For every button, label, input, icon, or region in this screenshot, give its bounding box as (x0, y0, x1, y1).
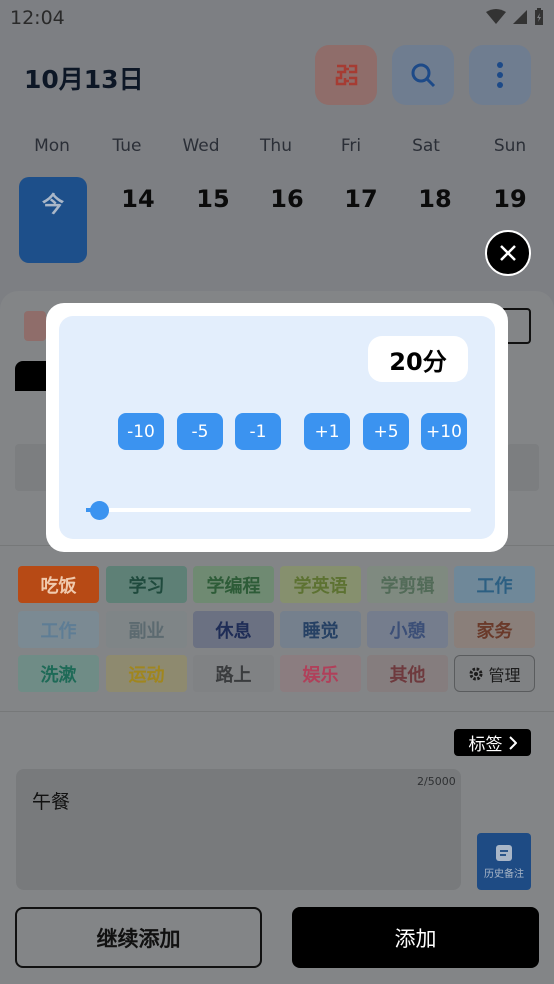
tag-commute[interactable]: 路上 (193, 655, 274, 692)
tag-editing[interactable]: 学剪辑 (367, 566, 448, 603)
add-button[interactable]: 添加 (292, 907, 539, 968)
weekday-sat: Sat (412, 136, 440, 156)
plus-10-button[interactable]: +10 (421, 413, 467, 450)
tag-english[interactable]: 学英语 (280, 566, 361, 603)
duration-value: 20分 (368, 336, 468, 382)
history-notes-button[interactable]: 历史备注 (477, 833, 531, 890)
tag-work-2[interactable]: 工作 (18, 611, 99, 648)
minus-5-button[interactable]: -5 (177, 413, 223, 450)
search-icon (411, 63, 436, 88)
timeline-button[interactable] (315, 45, 377, 105)
day-14[interactable]: 14 (108, 185, 168, 213)
labels-button-label: 标签 (468, 735, 503, 755)
tag-other[interactable]: 其他 (367, 655, 448, 692)
manage-tags-button[interactable]: 管理 (454, 655, 535, 692)
tag-nap[interactable]: 小憩 (367, 611, 448, 648)
weekday-wed: Wed (182, 136, 220, 156)
tag-rest[interactable]: 休息 (193, 611, 274, 648)
manage-label: 管理 (488, 665, 521, 685)
chevron-right-icon (508, 735, 517, 750)
day-16[interactable]: 16 (257, 185, 317, 213)
tag-housework[interactable]: 家务 (454, 611, 535, 648)
day-18[interactable]: 18 (405, 185, 465, 213)
more-button[interactable] (469, 45, 531, 105)
partial-chip (24, 311, 46, 341)
duration-slider-thumb[interactable] (90, 501, 109, 520)
page-title: 10月13日 (24, 65, 144, 94)
status-icons (486, 8, 544, 26)
more-vertical-icon (497, 62, 503, 88)
weekday-fri: Fri (340, 136, 362, 156)
note-counter: 2/5000 (417, 775, 456, 788)
tag-coding[interactable]: 学编程 (193, 566, 274, 603)
note-text: 午餐 (32, 791, 71, 813)
minus-10-button[interactable]: -10 (118, 413, 164, 450)
plus-1-button[interactable]: +1 (304, 413, 350, 450)
close-icon (500, 245, 516, 261)
note-icon (496, 844, 512, 861)
divider-2 (0, 711, 554, 712)
note-input[interactable] (16, 769, 461, 890)
tag-wash[interactable]: 洗漱 (18, 655, 99, 692)
close-button[interactable] (485, 230, 531, 276)
weekday-sun: Sun (493, 136, 527, 156)
day-15[interactable]: 15 (183, 185, 243, 213)
gear-icon (469, 667, 483, 680)
tag-study[interactable]: 学习 (106, 566, 187, 603)
wifi-icon (486, 9, 506, 24)
duration-slider[interactable] (86, 508, 471, 512)
day-17[interactable]: 17 (331, 185, 391, 213)
signal-icon (513, 10, 527, 24)
tag-exercise[interactable]: 运动 (106, 655, 187, 692)
tag-entertainment[interactable]: 娱乐 (280, 655, 361, 692)
tag-work[interactable]: 工作 (454, 566, 535, 603)
tag-eat[interactable]: 吃饭 (18, 566, 99, 603)
history-notes-label: 历史备注 (484, 868, 524, 880)
continue-add-button[interactable]: 继续添加 (15, 907, 262, 968)
weekday-thu: Thu (260, 136, 292, 156)
battery-icon (535, 8, 543, 25)
day-19[interactable]: 19 (480, 185, 540, 213)
search-button[interactable] (392, 45, 454, 105)
timeline-icon (335, 64, 358, 86)
partial-field-right[interactable] (507, 444, 539, 491)
status-time: 12:04 (10, 7, 65, 29)
tag-side-job[interactable]: 副业 (106, 611, 187, 648)
weekday-mon: Mon (34, 136, 70, 156)
minus-1-button[interactable]: -1 (235, 413, 281, 450)
labels-button[interactable]: 标签 (454, 729, 531, 756)
tag-sleep[interactable]: 睡觉 (280, 611, 361, 648)
plus-5-button[interactable]: +5 (363, 413, 409, 450)
weekday-tue: Tue (112, 136, 142, 156)
day-today[interactable]: 今 (19, 177, 87, 263)
